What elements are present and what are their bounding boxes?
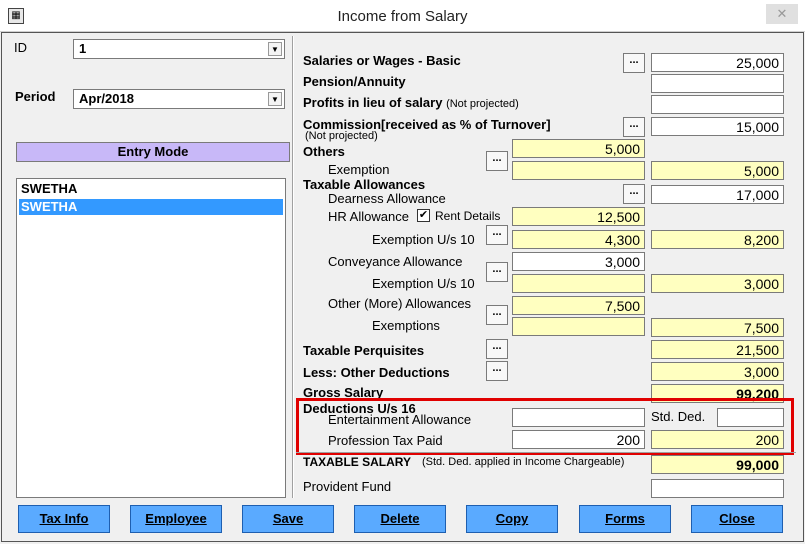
provident-fund-field[interactable] bbox=[651, 479, 784, 498]
others-total-field[interactable]: 5,000 bbox=[651, 161, 784, 180]
employee-button[interactable]: Employee bbox=[130, 505, 222, 533]
other-allowances-field[interactable]: 7,500 bbox=[512, 296, 645, 315]
other-allowances-total-field[interactable]: 7,500 bbox=[651, 318, 784, 337]
hra-exemption-label: Exemption U/s 10 bbox=[372, 232, 475, 247]
id-label: ID bbox=[14, 40, 27, 55]
basic-field[interactable]: 25,000 bbox=[651, 53, 784, 72]
conveyance-label: Conveyance Allowance bbox=[328, 254, 463, 269]
save-button[interactable]: Save bbox=[242, 505, 334, 533]
id-value: 1 bbox=[79, 41, 87, 56]
conveyance-exemption-field[interactable] bbox=[512, 274, 645, 293]
dearness-label: Dearness Allowance bbox=[328, 191, 446, 206]
perquisites-label: Taxable Perquisites bbox=[303, 343, 425, 358]
taxable-allowances-label: Taxable Allowances bbox=[303, 177, 426, 192]
other-deductions-label: Less: Other Deductions bbox=[303, 365, 450, 380]
other-deductions-button[interactable]: ... bbox=[486, 361, 508, 381]
provident-fund-label: Provident Fund bbox=[303, 479, 392, 494]
tax-info-button[interactable]: Tax Info bbox=[18, 505, 110, 533]
conveyance-exemption-button[interactable]: ... bbox=[486, 262, 508, 282]
commission-note: (Not projected) bbox=[305, 130, 378, 142]
commission-field[interactable]: 15,000 bbox=[651, 117, 784, 136]
period-label: Period bbox=[15, 89, 56, 104]
period-combo[interactable]: Apr/2018 ▼ bbox=[73, 89, 285, 109]
pension-label: Pension/Annuity bbox=[303, 74, 406, 89]
rent-details-label: Rent Details bbox=[435, 209, 501, 223]
entry-mode-button[interactable]: Entry Mode bbox=[16, 142, 290, 162]
basic-label: Salaries or Wages - Basic bbox=[303, 53, 461, 68]
other-exemptions-label: Exemptions bbox=[372, 318, 440, 333]
pension-field[interactable] bbox=[651, 74, 784, 93]
employee-list[interactable]: SWETHA SWETHA bbox=[16, 178, 286, 498]
profits-label-text: Profits in lieu of salary bbox=[303, 95, 443, 110]
conveyance-field[interactable]: 3,000 bbox=[512, 252, 645, 271]
forms-button[interactable]: Forms bbox=[579, 505, 671, 533]
conveyance-exemption-label: Exemption U/s 10 bbox=[372, 276, 475, 291]
perquisites-field[interactable]: 21,500 bbox=[651, 340, 784, 359]
close-button[interactable]: Close bbox=[691, 505, 783, 533]
hra-field[interactable]: 12,500 bbox=[512, 207, 645, 226]
divider bbox=[296, 452, 796, 453]
taxable-salary-label: TAXABLE SALARY bbox=[303, 455, 411, 469]
list-item-selected[interactable]: SWETHA bbox=[19, 199, 283, 215]
rent-details-checkbox[interactable]: ✔ bbox=[417, 209, 430, 222]
hra-exemption-field[interactable]: 4,300 bbox=[512, 230, 645, 249]
dearness-field[interactable]: 17,000 bbox=[651, 185, 784, 204]
dearness-details-button[interactable]: ... bbox=[623, 184, 645, 204]
hra-exemption-button[interactable]: ... bbox=[486, 225, 508, 245]
id-combo[interactable]: 1 ▼ bbox=[73, 39, 285, 59]
commission-details-button[interactable]: ... bbox=[623, 117, 645, 137]
taxable-salary-note: (Std. Ded. applied in Income Chargeable) bbox=[422, 456, 625, 468]
other-exemptions-field[interactable] bbox=[512, 317, 645, 336]
other-deductions-field[interactable]: 3,000 bbox=[651, 362, 784, 381]
delete-button[interactable]: Delete bbox=[354, 505, 446, 533]
others-field[interactable]: 5,000 bbox=[512, 139, 645, 158]
other-allowances-label: Other (More) Allowances bbox=[328, 296, 472, 311]
list-item[interactable]: SWETHA bbox=[19, 181, 283, 197]
profits-note: (Not projected) bbox=[446, 98, 519, 110]
others-label: Others bbox=[303, 144, 345, 159]
window-title: Income from Salary bbox=[337, 8, 468, 25]
profits-field[interactable] bbox=[651, 95, 784, 114]
highlight-box bbox=[296, 398, 794, 455]
taxable-salary-field[interactable]: 99,000 bbox=[651, 455, 784, 474]
others-exemption-label: Exemption bbox=[328, 162, 390, 177]
period-value: Apr/2018 bbox=[79, 91, 134, 106]
chevron-down-icon[interactable]: ▼ bbox=[268, 42, 282, 56]
chevron-down-icon[interactable]: ▼ bbox=[268, 92, 282, 106]
profits-label: Profits in lieu of salary (Not projected… bbox=[303, 95, 519, 110]
conveyance-total-field[interactable]: 3,000 bbox=[651, 274, 784, 293]
basic-details-button[interactable]: ... bbox=[623, 53, 645, 73]
others-exemption-field[interactable] bbox=[512, 161, 645, 180]
copy-button[interactable]: Copy bbox=[466, 505, 558, 533]
close-icon[interactable]: ✕ bbox=[766, 4, 798, 24]
panel-divider bbox=[292, 36, 294, 498]
others-details-button[interactable]: ... bbox=[486, 151, 508, 171]
perquisites-button[interactable]: ... bbox=[486, 339, 508, 359]
other-exemptions-button[interactable]: ... bbox=[486, 305, 508, 325]
hra-total-field[interactable]: 8,200 bbox=[651, 230, 784, 249]
hra-label: HR Allowance bbox=[328, 209, 409, 224]
